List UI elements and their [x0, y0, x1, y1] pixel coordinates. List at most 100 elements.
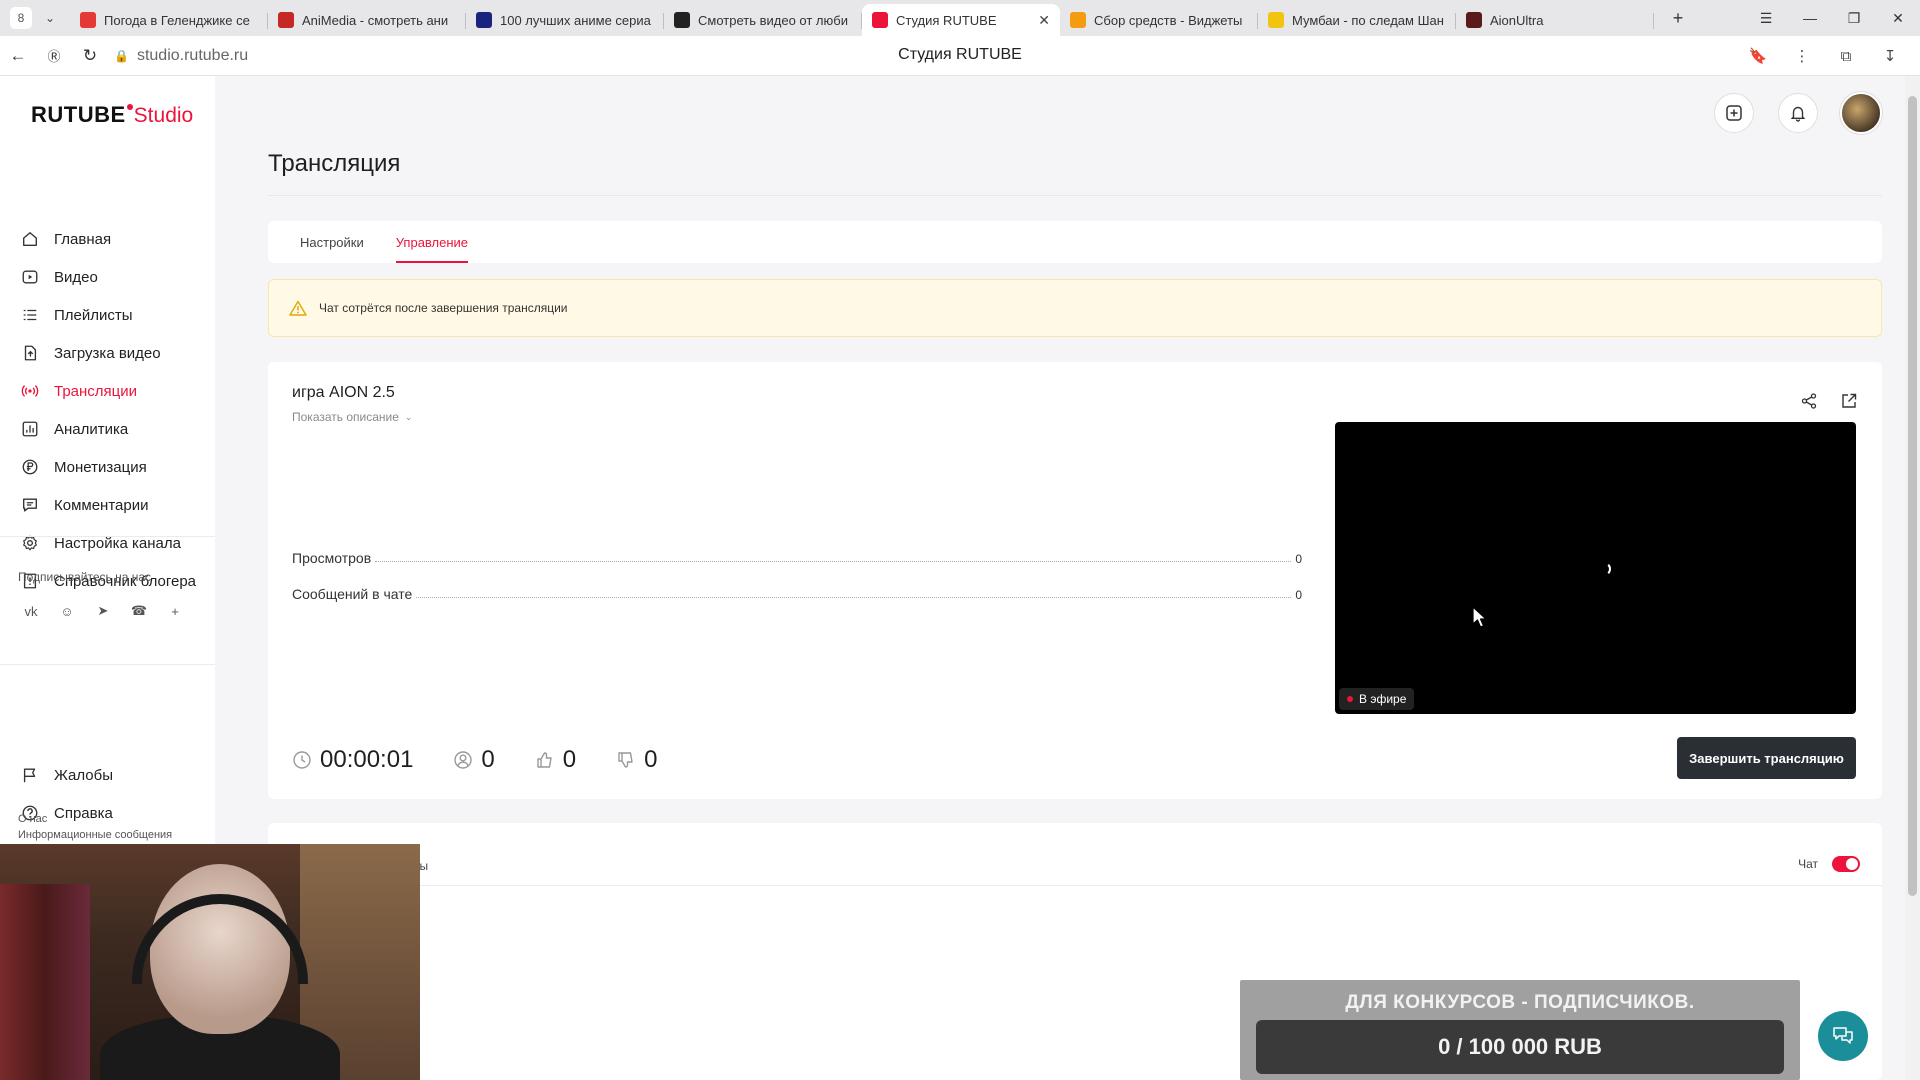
duration-counter: 00:00:01: [292, 746, 413, 774]
browser-tab[interactable]: Сбор средств - Виджеты: [1060, 4, 1258, 36]
chat-toggle[interactable]: [1832, 856, 1860, 872]
tab-separator: [1653, 13, 1654, 29]
sidebar-item-comments[interactable]: Комментарии: [20, 486, 210, 524]
sidebar-item-broadcast[interactable]: Трансляции: [20, 372, 210, 410]
sidebar-item-playlist[interactable]: Плейлисты: [20, 296, 210, 334]
sidebar-item-video[interactable]: Видео: [20, 258, 210, 296]
playlist-icon: [20, 305, 40, 325]
stat-row-chat-messages: Сообщений в чате 0: [292, 586, 1302, 602]
stream-title: игра AION 2.5: [292, 384, 395, 401]
stat-value: 0: [1295, 552, 1302, 566]
browser-tab-strip: 8 ⌄ Погода в Геленджике се AniMedia - смо…: [0, 0, 1920, 36]
webcam-curtain: [0, 884, 90, 1080]
add-square-icon: [1726, 105, 1742, 121]
more-vertical-icon[interactable]: ⋮: [1780, 40, 1824, 72]
tab-favicon-icon: [278, 12, 294, 28]
sidebar-item-label: Комментарии: [54, 496, 149, 514]
tab-favicon-icon: [1268, 12, 1284, 28]
donation-goal-widget: ДЛЯ КОНКУРСОВ - ПОДПИСЧИКОВ. 0 / 100 000…: [1240, 980, 1800, 1080]
create-button[interactable]: [1714, 93, 1754, 133]
ok-icon[interactable]: ☺: [54, 598, 80, 624]
show-description-label: Показать описание: [292, 410, 399, 424]
restore-icon[interactable]: ❐: [1832, 10, 1876, 27]
sidebar-item-flag[interactable]: Жалобы: [20, 756, 210, 794]
support-chat-button[interactable]: [1818, 1011, 1868, 1061]
footer-link-about[interactable]: О нас: [18, 811, 172, 827]
new-tab-plus-icon[interactable]: +: [1664, 4, 1692, 32]
tab-title: Погода в Геленджике се: [104, 12, 250, 28]
sidebar-item-ruble[interactable]: Монетизация: [20, 448, 210, 486]
back-arrow-icon[interactable]: ←: [0, 40, 36, 72]
browser-tab[interactable]: Смотреть видео от люби: [664, 4, 862, 36]
browser-tab[interactable]: AionUltra: [1456, 4, 1654, 36]
video-player[interactable]: В эфире: [1335, 422, 1856, 714]
plus-icon[interactable]: +: [162, 598, 188, 624]
browser-tabs: Погода в Геленджике се AniMedia - смотрет…: [70, 0, 1654, 36]
tab-title: AionUltra: [1490, 12, 1544, 28]
browser-tab[interactable]: Мумбаи - по следам Шан: [1258, 4, 1456, 36]
tab-counter[interactable]: 8: [10, 7, 32, 29]
stream-counters: 00:00:01 0 0 0: [292, 746, 698, 774]
collections-icon[interactable]: ⧉: [1824, 40, 1868, 72]
sidebar-item-analytics[interactable]: Аналитика: [20, 410, 210, 448]
tab-title: Сбор средств - Виджеты: [1094, 12, 1243, 28]
yandex-icon[interactable]: Ⓡ: [36, 40, 72, 72]
comments-icon: [20, 495, 40, 515]
flag-icon: [20, 765, 40, 785]
sidebar-item-upload[interactable]: Загрузка видео: [20, 334, 210, 372]
bookmark-icon[interactable]: 🔖: [1736, 40, 1780, 72]
stream-tabs: Настройки Управление: [268, 221, 1882, 263]
sidebar-item-home[interactable]: Главная: [20, 220, 210, 258]
home-icon: [20, 229, 40, 249]
close-window-icon[interactable]: ✕: [1876, 10, 1920, 27]
end-stream-button[interactable]: Завершить трансляцию: [1677, 737, 1856, 779]
share-icon[interactable]: [1798, 390, 1820, 412]
browser-tab[interactable]: AniMedia - смотреть ани: [268, 4, 466, 36]
live-badge: В эфире: [1339, 688, 1415, 710]
address-bar: ← Ⓡ ↻ 🔒 studio.rutube.ru Студия RUTUBE 🔖…: [0, 36, 1920, 76]
minimize-icon[interactable]: —: [1788, 10, 1832, 26]
reload-icon[interactable]: ↻: [72, 40, 108, 72]
likes-value: 0: [562, 746, 577, 773]
tab-settings[interactable]: Настройки: [300, 221, 364, 263]
page-title: Трансляция: [268, 150, 401, 177]
sidebar-item-label: Настройка канала: [54, 534, 181, 552]
user-circle-icon: [453, 750, 473, 770]
vk-icon[interactable]: vk: [18, 598, 44, 624]
browser-tab[interactable]: Погода в Геленджике се: [70, 4, 268, 36]
logo-product: Studio: [133, 104, 194, 127]
broadcast-icon: [20, 381, 40, 401]
viber-icon[interactable]: ☎: [126, 598, 152, 624]
browser-menu-icon[interactable]: ☰: [1744, 10, 1788, 27]
page-scrollbar[interactable]: [1905, 76, 1920, 1080]
rutube-studio-logo[interactable]: RUTUBE Studio: [31, 102, 193, 128]
url-field[interactable]: 🔒 studio.rutube.ru: [114, 47, 248, 65]
show-description-toggle[interactable]: Показать описание ⌄: [292, 410, 412, 424]
user-avatar[interactable]: [1840, 92, 1882, 134]
notifications-button[interactable]: [1778, 93, 1818, 133]
donation-title: ДЛЯ КОНКУРСОВ - ПОДПИСЧИКОВ.: [1345, 992, 1695, 1013]
browser-tab[interactable]: Студия RUTUBE ✕: [862, 4, 1060, 36]
browser-tab[interactable]: 100 лучших аниме сериа: [466, 4, 664, 36]
tab-favicon-icon: [872, 12, 888, 28]
sidebar-item-settings[interactable]: Настройка канала: [20, 524, 210, 562]
telegram-icon[interactable]: ➤: [90, 598, 116, 624]
scrollbar-thumb[interactable]: [1908, 96, 1917, 896]
main-content: Трансляция Настройки Управление Чат сотрё…: [268, 76, 1882, 1080]
stream-card: игра AION 2.5 Показать описание ⌄ Просмо…: [268, 362, 1882, 799]
video-icon: [20, 267, 40, 287]
tab-title: 100 лучших аниме сериа: [500, 12, 651, 28]
external-link-icon[interactable]: [1838, 390, 1860, 412]
webcam-overlay: [0, 844, 420, 1080]
stat-value: 0: [1295, 588, 1302, 602]
tab-close-icon[interactable]: ✕: [1038, 12, 1050, 29]
warning-icon: [289, 300, 307, 316]
title-divider: [268, 195, 1882, 196]
clock-icon: [292, 750, 312, 770]
footer-link-info[interactable]: Информационные сообщения: [18, 827, 172, 843]
download-icon[interactable]: ↧: [1868, 40, 1912, 72]
upload-icon: [20, 343, 40, 363]
tab-list-chevron-icon[interactable]: ⌄: [38, 6, 62, 30]
stream-actions: [1780, 390, 1860, 412]
tab-management[interactable]: Управление: [395, 221, 469, 263]
